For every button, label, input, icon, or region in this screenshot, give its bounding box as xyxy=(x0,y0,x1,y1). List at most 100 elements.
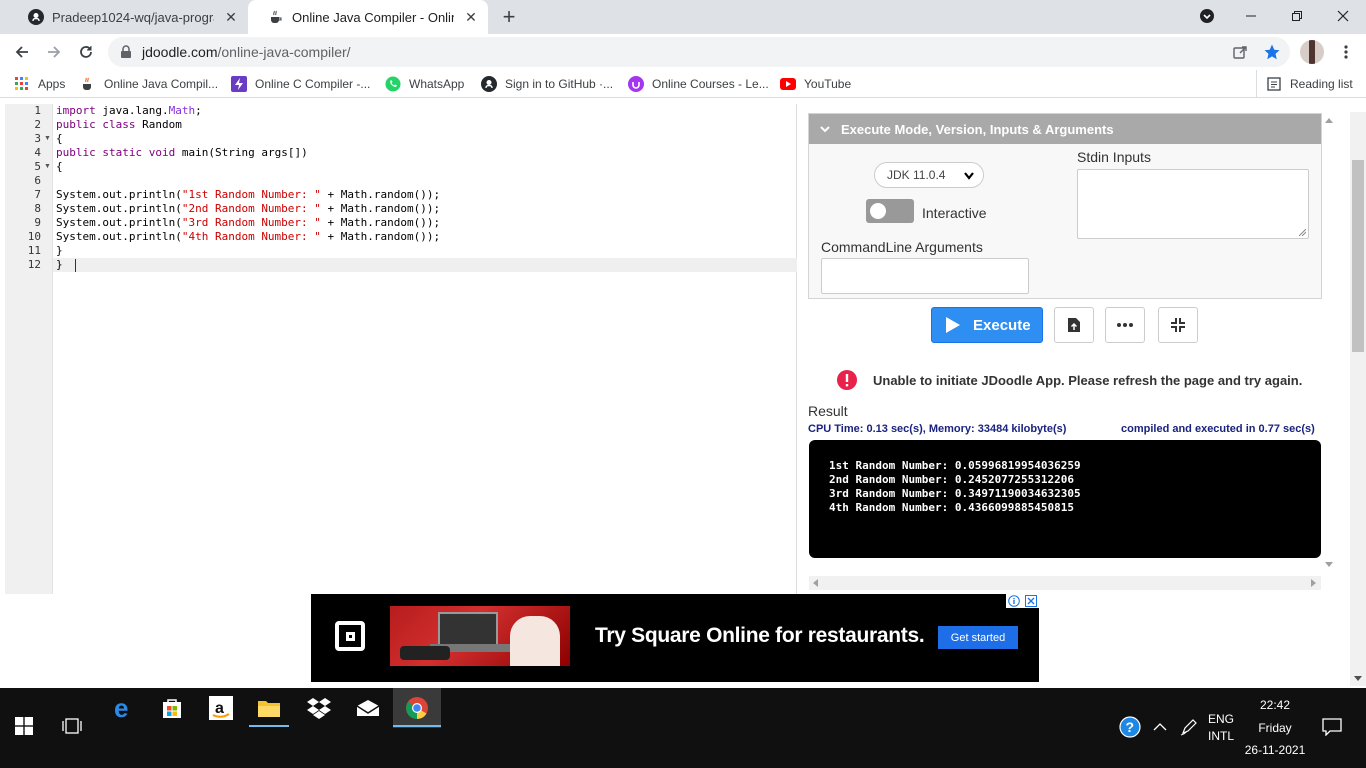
tab-title: Pradeep1024-wq/java-program xyxy=(52,9,214,25)
panel-header-title: Execute Mode, Version, Inputs & Argument… xyxy=(841,121,1114,137)
pen-icon[interactable] xyxy=(1180,718,1198,736)
output-console[interactable]: 1st Random Number: 0.05996819954036259 2… xyxy=(809,440,1321,558)
clock-date[interactable]: 26-11-2021 xyxy=(1240,743,1310,757)
dropbox-icon[interactable] xyxy=(295,688,343,728)
bookmark-star-icon[interactable] xyxy=(1263,43,1281,61)
tab-title: Online Java Compiler - Online Ja xyxy=(292,9,454,25)
collapse-button[interactable] xyxy=(1158,307,1198,343)
panel-header[interactable]: Execute Mode, Version, Inputs & Argument… xyxy=(809,114,1321,144)
lock-icon[interactable] xyxy=(120,45,132,59)
reading-list[interactable]: Reading list xyxy=(1266,75,1353,93)
github-icon xyxy=(481,76,497,92)
line-number: 6 xyxy=(34,174,41,187)
line-number: 5 xyxy=(34,160,41,173)
upload-file-button[interactable] xyxy=(1054,307,1094,343)
bookmark-youtube[interactable]: YouTube xyxy=(780,75,851,93)
fold-toggle-icon[interactable]: ▼ xyxy=(44,160,51,174)
browser-toolbar: jdoodle.com/online-java-compiler/ xyxy=(0,34,1366,70)
minimize-icon[interactable] xyxy=(1228,0,1274,32)
fold-toggle-icon[interactable]: ▼ xyxy=(44,132,51,146)
scroll-up-icon[interactable] xyxy=(1325,118,1333,124)
notifications-icon[interactable] xyxy=(1322,718,1342,736)
java-cup-icon xyxy=(268,9,284,25)
close-tab-icon[interactable]: ✕ xyxy=(463,9,479,25)
back-icon[interactable] xyxy=(8,38,36,66)
advertisement-banner[interactable]: Try Square Online for restaurants. Get s… xyxy=(311,594,1039,682)
play-icon xyxy=(945,316,961,334)
bookmark-label: Online C Compiler -... xyxy=(255,77,371,91)
execute-button[interactable]: Execute xyxy=(931,307,1043,343)
clock-day[interactable]: Friday xyxy=(1240,721,1310,735)
bookmarks-bar: Apps Online Java Compil... Online C Comp… xyxy=(0,70,1366,98)
collapse-icon xyxy=(1170,317,1186,333)
amazon-icon[interactable]: a xyxy=(197,688,245,728)
tab-search-icon[interactable] xyxy=(1184,0,1230,32)
ad-get-started-button[interactable]: Get started xyxy=(938,626,1018,649)
help-icon[interactable]: ? xyxy=(1119,716,1141,738)
file-explorer-icon[interactable] xyxy=(245,688,293,728)
interactive-label: Interactive xyxy=(922,205,987,221)
toggle-knob xyxy=(870,203,886,219)
bookmark-github[interactable]: Sign in to GitHub ·... xyxy=(481,75,613,93)
task-view-icon[interactable] xyxy=(48,706,96,746)
scroll-left-icon[interactable] xyxy=(813,579,819,587)
code-line: } xyxy=(56,244,63,257)
share-icon[interactable] xyxy=(1232,44,1248,60)
page-vertical-scrollbar[interactable] xyxy=(1350,112,1366,686)
horizontal-scrollbar[interactable] xyxy=(809,576,1321,590)
code-line: { xyxy=(56,132,63,145)
menu-kebab-icon[interactable] xyxy=(1332,38,1360,66)
bookmark-c-compiler[interactable]: Online C Compiler -... xyxy=(231,75,370,93)
bookmark-java-compiler[interactable]: Online Java Compil... xyxy=(80,75,218,93)
mail-icon[interactable] xyxy=(344,688,392,728)
windows-start-icon[interactable] xyxy=(0,706,48,746)
output-line: 3rd Random Number: 0.34971190034632305 xyxy=(829,487,1081,500)
info-icon[interactable] xyxy=(1008,595,1021,607)
interactive-toggle[interactable] xyxy=(866,199,914,223)
more-options-button[interactable] xyxy=(1105,307,1145,343)
bookmark-whatsapp[interactable]: WhatsApp xyxy=(385,75,464,93)
tab-github[interactable]: Pradeep1024-wq/java-program ✕ xyxy=(8,0,248,34)
line-number: 4 xyxy=(34,146,41,159)
forward-icon[interactable] xyxy=(40,38,68,66)
scroll-down-icon[interactable] xyxy=(1325,562,1333,568)
address-bar[interactable]: jdoodle.com/online-java-compiler/ xyxy=(108,37,1290,67)
close-ad-icon[interactable] xyxy=(1024,595,1037,607)
svg-text:e: e xyxy=(114,696,128,720)
bookmark-label: Apps xyxy=(38,77,66,91)
output-line: 4th Random Number: 0.4366099885450815 xyxy=(829,501,1075,514)
close-tab-icon[interactable]: ✕ xyxy=(223,9,239,25)
reload-icon[interactable] xyxy=(72,38,100,66)
jdk-version-select[interactable]: JDK 11.0.4 xyxy=(874,162,984,188)
profile-avatar[interactable] xyxy=(1300,40,1324,64)
ad-headline: Try Square Online for restaurants. xyxy=(595,624,925,647)
java-cup-icon xyxy=(80,76,96,92)
tab-jdoodle[interactable]: Online Java Compiler - Online Ja ✕ xyxy=(248,0,488,34)
scrollbar-thumb[interactable] xyxy=(1352,160,1364,352)
code-editor[interactable]: 1 2 3 4 5 6 7 8 9 10 11 12 ▼ ▼ import ja… xyxy=(5,104,797,594)
tray-expand-icon[interactable] xyxy=(1153,722,1167,732)
ad-choices[interactable] xyxy=(1006,594,1039,608)
bookmark-apps[interactable]: Apps xyxy=(14,75,65,93)
restore-icon[interactable] xyxy=(1274,0,1320,32)
store-icon[interactable] xyxy=(148,688,196,728)
error-message: Unable to initiate JDoodle App. Please r… xyxy=(873,373,1303,388)
svg-text:?: ? xyxy=(1126,719,1135,735)
panel-vertical-scrollbar[interactable] xyxy=(1322,114,1336,574)
edge-icon[interactable]: e xyxy=(100,688,148,728)
code-line: System.out.println("4th Random Number: "… xyxy=(56,230,441,243)
close-window-icon[interactable] xyxy=(1320,0,1366,32)
bookmark-label: Sign in to GitHub ·... xyxy=(505,77,614,91)
input-language[interactable]: ENG xyxy=(1204,712,1238,726)
bookmark-udemy[interactable]: Online Courses - Le... xyxy=(628,75,769,93)
bookmark-divider xyxy=(1256,70,1258,98)
scroll-right-icon[interactable] xyxy=(1311,579,1317,587)
new-tab-icon[interactable]: + xyxy=(496,4,522,30)
clock-time[interactable]: 22:42 xyxy=(1240,698,1310,712)
keyboard-layout[interactable]: INTL xyxy=(1204,729,1238,743)
chrome-icon[interactable] xyxy=(393,688,441,728)
scroll-down-icon[interactable] xyxy=(1354,676,1362,682)
stdin-input[interactable] xyxy=(1077,169,1309,239)
cmd-args-input[interactable] xyxy=(821,258,1029,294)
execute-options-panel: Execute Mode, Version, Inputs & Argument… xyxy=(808,113,1322,299)
